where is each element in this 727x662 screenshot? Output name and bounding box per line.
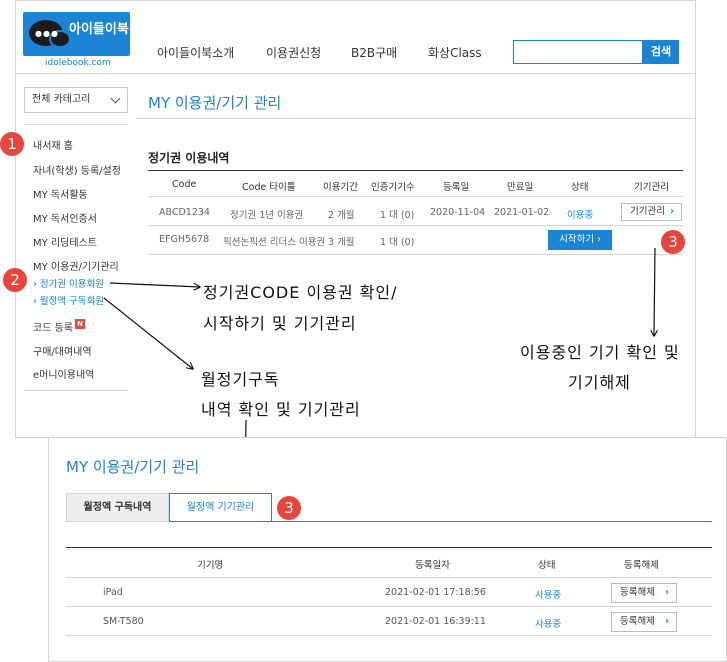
page-title: MY 이용권/기기 관리 <box>148 94 282 112</box>
site-logo[interactable]: ●●● 아이들이북 idolebook.com <box>23 12 130 68</box>
tab-underline <box>272 521 712 522</box>
logo-title: 아이들이북 <box>69 22 129 37</box>
sidebar-item-reading-certificate[interactable]: MY 독서인증서 <box>33 210 97 225</box>
row1-register-date: 2020-11-04 <box>430 207 486 218</box>
annotation-note-3-line1: 이용중인 기기 확인 및 <box>520 343 680 362</box>
header-divider <box>16 73 696 74</box>
chevron-right-icon: › <box>665 616 669 627</box>
chevron-right-icon: › <box>665 587 669 598</box>
chevron-down-icon <box>110 93 121 104</box>
dots-icon: ●●● <box>35 29 59 38</box>
lower-page-title: MY 이용권/기기 관리 <box>66 458 200 476</box>
tab-monthly-devices[interactable]: 월정액 기기관리 <box>169 493 272 522</box>
lower-table-top-border <box>66 547 712 548</box>
title-divider <box>136 118 696 119</box>
annotation-badge-1: 1 <box>0 132 24 156</box>
th-device-manage: 기기관리 <box>634 182 669 193</box>
lth-register-date: 등록일자 <box>415 560 450 571</box>
device-manage-button[interactable]: 기기관리 › <box>621 203 682 221</box>
sidebar-item-purchase-history[interactable]: 구매/대여내역 <box>33 343 92 358</box>
lower-table-row-divider <box>66 606 712 607</box>
sidebar-item-emoney-history[interactable]: e머니이용내역 <box>33 366 94 381</box>
sidebar-item-code-register[interactable]: 코드 등록 <box>33 319 73 334</box>
table-row-divider <box>148 225 683 226</box>
sidebar-sub-monthly-subscription[interactable]: › 월정액 구독회원 <box>33 293 104 307</box>
row1-title: 정기권 1년 이용권 <box>230 210 304 221</box>
deregister-label: 등록해제 <box>620 616 655 627</box>
annotation-badge-2: 2 <box>3 268 27 292</box>
th-period: 이용기간 <box>323 182 358 193</box>
start-button[interactable]: 시작하기 › <box>548 230 612 250</box>
deregister-button[interactable]: 등록해제 › <box>611 583 677 603</box>
lth-device-name: 기기명 <box>197 560 224 571</box>
table-header-divider <box>148 196 683 197</box>
category-select-label: 전체 카테고리 <box>32 94 91 105</box>
nav-b2b[interactable]: B2B구매 <box>351 44 397 61</box>
logo-url: idolebook.com <box>45 58 111 68</box>
tab-monthly-history[interactable]: 월정액 구독내역 <box>66 493 169 522</box>
sidebar-item-reading-activity[interactable]: MY 독서활동 <box>33 186 88 201</box>
device-manage-label: 기기관리 <box>630 206 665 217</box>
lower-table-header-divider <box>66 577 712 578</box>
th-register-date: 등록일 <box>443 182 470 193</box>
annotation-note-2-line1: 월정기구독 <box>201 370 280 389</box>
sidebar-divider-top <box>24 124 128 125</box>
category-select[interactable]: 전체 카테고리 <box>24 87 128 113</box>
lower-table-bottom-border <box>66 635 712 636</box>
new-badge: N <box>75 319 85 329</box>
th-status: 상태 <box>571 182 589 193</box>
row1-devices: 1 대 (0) <box>380 210 415 221</box>
row2-devices: 1 대 (0) <box>380 237 415 248</box>
row2-title: 픽션논픽션 리더스 이용권 <box>223 237 326 248</box>
row1-expire-date: 2021-01-02 <box>494 207 550 218</box>
sidebar-divider-bottom <box>24 390 128 391</box>
deregister-label: 등록해제 <box>620 587 655 598</box>
annotation-badge-3-lower: 3 <box>277 496 301 520</box>
lrow1-date: 2021-02-01 17:18:56 <box>385 587 486 598</box>
logo-mark: ●●● 아이들이북 <box>23 12 130 56</box>
row2-period: 3 개월 <box>328 237 355 248</box>
annotation-note-1-line2: 시작하기 및 기기관리 <box>203 314 357 333</box>
sidebar-sub-regular-pass[interactable]: › 정기권 이용회원 <box>33 276 104 290</box>
lrow2-date: 2021-02-01 16:39:11 <box>385 616 486 627</box>
sidebar-item-library-home[interactable]: 내서재 홈 <box>33 137 73 152</box>
search-button[interactable]: 검색 <box>643 40 679 64</box>
row1-code: ABCD1234 <box>159 207 210 218</box>
th-code-title: Code 타이틀 <box>242 182 296 193</box>
nav-video-class[interactable]: 화상Class <box>428 44 482 61</box>
table-bottom-border <box>148 254 683 255</box>
lrow1-status: 사용중 <box>535 590 562 601</box>
deregister-button[interactable]: 등록해제 › <box>611 612 677 632</box>
annotation-badge-3-top: 3 <box>661 230 685 254</box>
nav-apply-pass[interactable]: 이용권신청 <box>266 44 321 61</box>
section-title: 정기권 이용내역 <box>148 151 230 165</box>
lrow1-device: iPad <box>103 587 123 598</box>
nav-about[interactable]: 아이들이북소개 <box>157 44 234 61</box>
row1-status: 이용중 <box>567 210 594 221</box>
lth-deregister: 등록해제 <box>624 560 659 571</box>
sidebar-item-reading-test[interactable]: MY 리딩테스트 <box>33 234 97 249</box>
th-code: Code <box>172 179 197 190</box>
annotation-note-2-line2: 내역 확인 및 기기관리 <box>201 400 361 419</box>
search-input[interactable] <box>513 40 643 64</box>
start-button-label: 시작하기 <box>559 234 595 245</box>
lrow2-status: 사용중 <box>535 619 562 630</box>
row2-code: EFGH5678 <box>159 234 210 245</box>
chevron-right-icon: › <box>670 206 674 217</box>
sidebar-item-child-register[interactable]: 자녀(학생) 등록/설정 <box>33 162 121 177</box>
sidebar-item-pass-device[interactable]: MY 이용권/기기관리 <box>33 258 119 273</box>
lrow2-device: SM-T580 <box>103 616 144 627</box>
row1-period: 2 개월 <box>328 210 355 221</box>
annotation-note-1-line1: 정기권CODE 이용권 확인/ <box>203 283 398 302</box>
th-device-count: 인증기기수 <box>371 182 415 193</box>
lth-status: 상태 <box>538 560 556 571</box>
annotation-note-3-line2: 기기해제 <box>568 373 631 392</box>
th-expire-date: 만료일 <box>507 182 534 193</box>
table-top-border <box>148 170 683 171</box>
